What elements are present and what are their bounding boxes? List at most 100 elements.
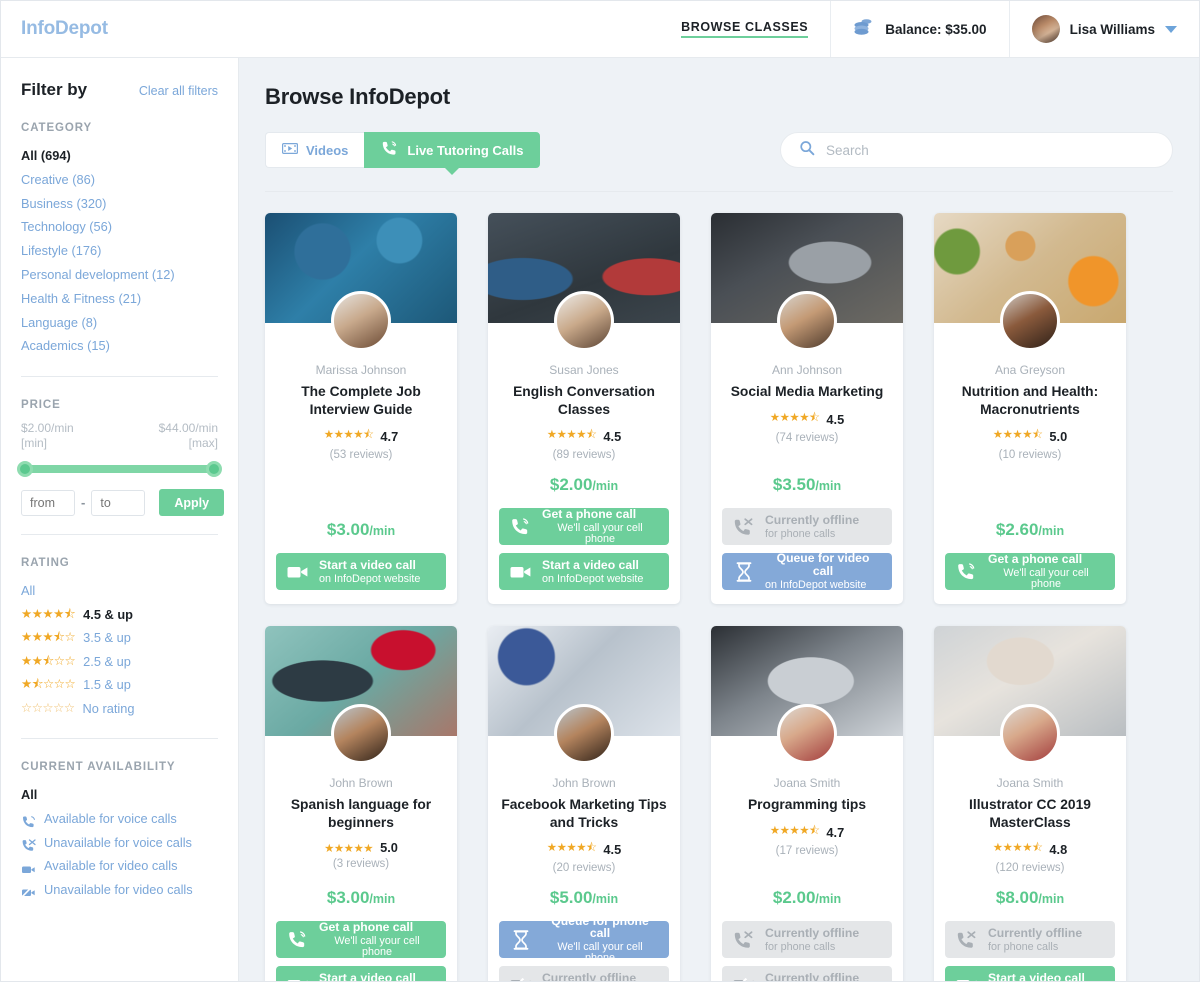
rating-facet-label: 1.5 & up bbox=[83, 677, 131, 693]
course-card-body: Joana Smith Programming tips ★★★★⯪ 4.7 (17 r… bbox=[711, 736, 903, 981]
availability-facet-voice-unavailable[interactable]: Unavailable for voice calls bbox=[21, 831, 218, 855]
stars-icon: ★★★⯪☆ bbox=[21, 630, 76, 645]
rating-facet-no-rating[interactable]: ☆☆☆☆☆ No rating bbox=[21, 697, 218, 721]
tab-live-tutoring-calls[interactable]: Live Tutoring Calls bbox=[364, 132, 541, 168]
call-action-button[interactable]: Queue for video call on InfoDepot website bbox=[722, 552, 892, 590]
price-amount: $2.60 bbox=[995, 520, 1039, 539]
stars-icon: ★⯪☆☆☆ bbox=[21, 677, 76, 692]
apply-price-button[interactable]: Apply bbox=[159, 489, 225, 517]
action-button-secondary-label: We'll call your cell phone bbox=[1003, 567, 1089, 591]
category-facet-academics[interactable]: Academics (15) bbox=[21, 334, 218, 358]
call-action-button: Currently offlinefor video calls bbox=[499, 966, 669, 981]
category-facet-creative[interactable]: Creative (86) bbox=[21, 168, 218, 192]
stars-icon: ★★★★⯪ bbox=[323, 429, 374, 441]
rating-facet-4_5[interactable]: ★★★★⯪ 4.5 & up bbox=[21, 603, 218, 627]
review-count: (20 reviews) bbox=[552, 862, 616, 874]
price-to-input[interactable] bbox=[91, 489, 146, 516]
search-icon bbox=[799, 140, 815, 161]
chevron-down-icon[interactable] bbox=[1165, 25, 1177, 33]
phone-unavailable-icon bbox=[21, 836, 36, 851]
price-amount: $3.00 bbox=[326, 520, 370, 539]
call-action-button[interactable]: Get a phone call We'll call your cell pho… bbox=[499, 508, 669, 545]
action-button-primary-label: Currently offline bbox=[765, 970, 860, 981]
action-button-secondary-label: We'll call your cell phone bbox=[557, 941, 643, 965]
price-range-slider[interactable] bbox=[17, 461, 222, 478]
course-card[interactable]: Ana Greyson Nutrition and Health: Macronu… bbox=[934, 213, 1126, 604]
course-title[interactable]: Nutrition and Health: Macronutrients bbox=[945, 383, 1115, 418]
price-from-input[interactable] bbox=[21, 489, 75, 516]
phone-off-icon bbox=[733, 930, 755, 950]
course-card[interactable]: John Brown Facebook Marketing Tips and Tr… bbox=[488, 626, 680, 981]
divider bbox=[21, 738, 218, 740]
category-facet-language[interactable]: Language (8) bbox=[21, 311, 218, 335]
rating-facet-label: 4.5 & up bbox=[83, 606, 133, 622]
course-title[interactable]: Facebook Marketing Tips and Tricks bbox=[499, 796, 669, 831]
category-facet-personal-development[interactable]: Personal development (12) bbox=[21, 263, 218, 287]
availability-facet-video-unavailable[interactable]: Unavailable for video calls bbox=[21, 878, 218, 902]
price-amount: $5.00 bbox=[549, 888, 593, 907]
availability-facet-voice-available[interactable]: Available for voice calls bbox=[21, 807, 218, 831]
page-title: Browse InfoDepot bbox=[265, 84, 451, 109]
call-action-button[interactable]: Start a video callon InfoDepot website bbox=[276, 553, 446, 590]
browse-classes-label[interactable]: BROWSE CLASSES bbox=[681, 20, 809, 38]
action-button-text: Currently offline for phone calls bbox=[765, 513, 859, 540]
category-facet-business[interactable]: Business (320) bbox=[21, 192, 218, 216]
course-card[interactable]: Joana Smith Illustrator CC 2019 MasterCla… bbox=[934, 626, 1126, 981]
course-title[interactable]: The Complete Job Interview Guide bbox=[276, 383, 446, 418]
teacher-name: Ana Greyson bbox=[994, 363, 1066, 377]
price-slider-handle-min[interactable] bbox=[17, 461, 33, 478]
rating-facet-all[interactable]: All bbox=[21, 579, 218, 603]
content-toolbar: Videos Live Tutoring Calls bbox=[265, 132, 1173, 168]
category-facet-lifestyle[interactable]: Lifestyle (176) bbox=[21, 239, 218, 263]
search-input[interactable] bbox=[826, 142, 1154, 158]
course-card-body: Joana Smith Illustrator CC 2019 MasterCla… bbox=[934, 736, 1126, 981]
hourglass-icon bbox=[510, 929, 532, 950]
nav-browse-classes[interactable]: BROWSE CLASSES bbox=[659, 1, 830, 57]
course-card[interactable]: Susan Jones English Conversation Classes ★… bbox=[488, 213, 680, 604]
course-card[interactable]: John Brown Spanish language for beginners… bbox=[265, 626, 457, 981]
clear-all-filters-link[interactable]: Clear all filters bbox=[139, 84, 218, 98]
rating-facet-2_5[interactable]: ★★⯪☆☆ 2.5 & up bbox=[21, 650, 218, 674]
course-title[interactable]: Illustrator CC 2019 MasterClass bbox=[945, 796, 1115, 831]
action-button-primary-label: Currently offline bbox=[765, 925, 860, 940]
availability-facet-video-available[interactable]: Available for video calls bbox=[21, 854, 218, 878]
action-button-secondary-label: on InfoDepot website bbox=[542, 572, 644, 585]
search-box[interactable] bbox=[780, 132, 1173, 168]
category-facet-technology[interactable]: Technology (56) bbox=[21, 215, 218, 239]
course-card[interactable]: Joana Smith Programming tips ★★★★⯪ 4.7 (17 r… bbox=[711, 626, 903, 981]
action-button-secondary-label: for phone calls bbox=[765, 940, 836, 953]
call-action-button[interactable]: Start a video callon InfoDepot website bbox=[276, 966, 446, 981]
price-slider-handle-max[interactable] bbox=[206, 461, 222, 478]
rating-facet-1_5[interactable]: ★⯪☆☆☆ 1.5 & up bbox=[21, 673, 218, 697]
rating-facet-3_5[interactable]: ★★★⯪☆ 3.5 & up bbox=[21, 626, 218, 650]
user-menu[interactable]: Lisa Williams bbox=[1008, 1, 1199, 57]
stars-icon: ☆☆☆☆☆ bbox=[21, 700, 75, 715]
course-card[interactable]: Ann Johnson Social Media Marketing ★★★★⯪ 4.… bbox=[711, 213, 903, 604]
call-action-button[interactable]: Get a phone call We'll call your cell pho… bbox=[945, 553, 1115, 590]
course-title[interactable]: English Conversation Classes bbox=[499, 383, 669, 418]
course-title[interactable]: Programming tips bbox=[748, 796, 866, 814]
stars-icon: ★★★★⯪ bbox=[992, 429, 1043, 441]
course-card[interactable]: Marissa Johnson The Complete Job Intervie… bbox=[265, 213, 457, 604]
action-button-text: Queue for phone call We'll call your cell… bbox=[542, 915, 658, 964]
rating-heading: RATING bbox=[21, 557, 70, 570]
teacher-name: John Brown bbox=[552, 776, 616, 790]
video-icon bbox=[287, 562, 309, 582]
call-action-button[interactable]: Get a phone call We'll call your cell pho… bbox=[276, 921, 446, 958]
category-facet-all[interactable]: All (694) bbox=[21, 144, 218, 168]
call-action-button[interactable]: Queue for phone call We'll call your cell… bbox=[499, 915, 669, 964]
course-title[interactable]: Spanish language for beginners bbox=[276, 796, 446, 831]
divider bbox=[21, 534, 218, 536]
balance-cell[interactable]: Balance: $35.00 bbox=[830, 1, 1008, 57]
availability-facet-all[interactable]: All bbox=[21, 783, 218, 807]
call-action-button[interactable]: Start a video callon InfoDepot website bbox=[945, 966, 1115, 981]
availability-facet-label: Available for voice calls bbox=[44, 811, 177, 827]
course-title[interactable]: Social Media Marketing bbox=[731, 383, 884, 401]
course-price: $2.00/min bbox=[550, 461, 618, 495]
app-root: InfoDepot BROWSE CLASSES Balance: $35.00 bbox=[0, 0, 1200, 982]
availability-facet-label: Unavailable for voice calls bbox=[44, 834, 192, 850]
tab-videos[interactable]: Videos bbox=[265, 132, 365, 168]
call-action-button[interactable]: Start a video callon InfoDepot website bbox=[499, 553, 669, 590]
category-facet-health-fitness[interactable]: Health & Fitness (21) bbox=[21, 287, 218, 311]
app-logo[interactable]: InfoDepot bbox=[1, 1, 108, 57]
